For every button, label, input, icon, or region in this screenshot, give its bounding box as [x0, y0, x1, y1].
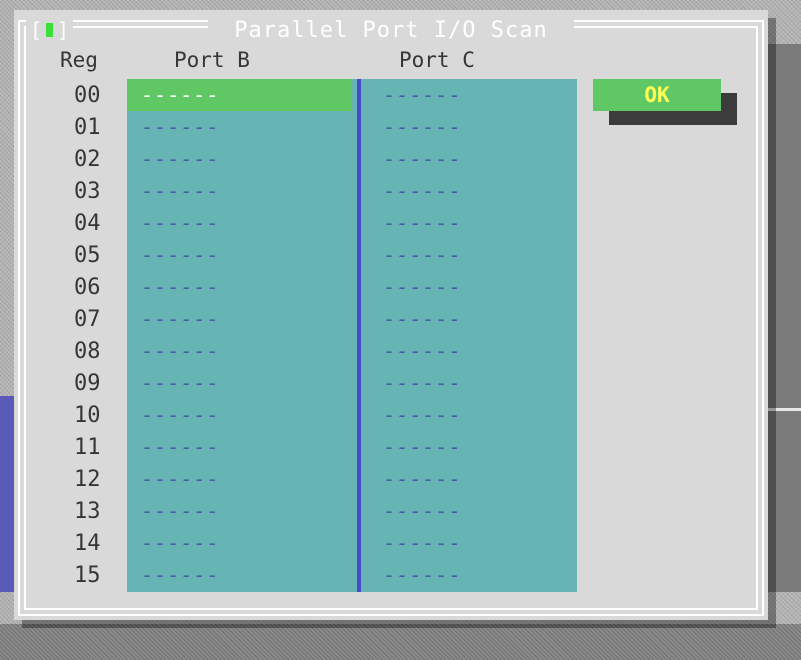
list-item[interactable]: ------ ------	[127, 495, 577, 527]
port-c-column-header: Port C	[399, 48, 475, 72]
list-item[interactable]: ------ ------	[127, 111, 577, 143]
port-b-value: ------	[141, 435, 220, 459]
list-item[interactable]: ------ ------	[127, 207, 577, 239]
list-item[interactable]: ------ ------	[127, 143, 577, 175]
register-number: 06	[74, 275, 101, 300]
port-c-value: ------	[383, 307, 462, 331]
port-b-value: ------	[141, 499, 220, 523]
register-number: 02	[74, 147, 101, 172]
desktop-bottom-band	[0, 624, 801, 660]
port-c-value: ------	[383, 499, 462, 523]
ok-button[interactable]: OK	[593, 79, 721, 111]
close-icon	[46, 23, 54, 37]
list-item[interactable]: ------ ------	[127, 79, 577, 111]
port-scan-list[interactable]: ------ ------ ------ ------ ------ ------ ----…	[127, 79, 577, 592]
port-b-value: ------	[141, 563, 220, 587]
port-c-value: ------	[383, 147, 462, 171]
list-item[interactable]: ------ ------	[127, 303, 577, 335]
close-bracket-right: ]	[57, 18, 70, 42]
port-c-value: ------	[383, 403, 462, 427]
port-c-value: ------	[383, 531, 462, 555]
register-number: 10	[74, 403, 101, 428]
register-number: 15	[74, 563, 101, 588]
list-item[interactable]: ------ ------	[127, 239, 577, 271]
port-b-value: ------	[127, 79, 351, 111]
port-b-value: ------	[141, 275, 220, 299]
register-number: 11	[74, 435, 101, 460]
reg-column-header: Reg	[60, 48, 98, 72]
port-c-value: ------	[383, 339, 462, 363]
list-item[interactable]: ------ ------	[127, 431, 577, 463]
close-button[interactable]: [ ]	[26, 18, 74, 42]
port-b-value: ------	[141, 339, 220, 363]
port-b-column-header: Port B	[174, 48, 250, 72]
title-bar: Parallel Port I/O Scan	[14, 16, 768, 44]
port-b-value: ------	[141, 307, 220, 331]
port-c-value: ------	[383, 179, 462, 203]
register-number: 09	[74, 371, 101, 396]
list-item[interactable]: ------ ------	[127, 335, 577, 367]
port-c-value: ------	[383, 563, 462, 587]
parallel-port-scan-dialog: Parallel Port I/O Scan [ ] Reg Port B Po…	[14, 10, 768, 620]
port-c-value: ------	[383, 275, 462, 299]
register-number: 08	[74, 339, 101, 364]
list-item[interactable]: ------ ------	[127, 527, 577, 559]
port-b-value: ------	[141, 531, 220, 555]
list-item[interactable]: ------ ------	[127, 559, 577, 591]
register-number: 05	[74, 243, 101, 268]
register-number: 00	[74, 83, 101, 108]
register-number: 04	[74, 211, 101, 236]
port-c-value: ------	[383, 115, 462, 139]
register-number: 01	[74, 115, 101, 140]
close-bracket-left: [	[30, 18, 43, 42]
register-number: 13	[74, 499, 101, 524]
port-c-value: ------	[383, 243, 462, 267]
port-c-value: ------	[383, 83, 462, 107]
port-c-value: ------	[383, 467, 462, 491]
port-b-value: ------	[141, 211, 220, 235]
list-item[interactable]: ------ ------	[127, 399, 577, 431]
port-b-value: ------	[141, 243, 220, 267]
port-b-value: ------	[141, 147, 220, 171]
port-b-value: ------	[141, 115, 220, 139]
list-item[interactable]: ------ ------	[127, 175, 577, 207]
list-item[interactable]: ------ ------	[127, 463, 577, 495]
dialog-title: Parallel Port I/O Scan	[208, 17, 574, 43]
register-number-column: 00 01 02 03 04 05 06 07 08 09 10 11 12 13 14 15	[74, 80, 124, 592]
port-b-value: ------	[141, 371, 220, 395]
register-number: 03	[74, 179, 101, 204]
port-c-value: ------	[383, 435, 462, 459]
desktop-blue-strip	[0, 396, 14, 592]
list-item[interactable]: ------ ------	[127, 271, 577, 303]
register-number: 07	[74, 307, 101, 332]
register-number: 14	[74, 531, 101, 556]
port-b-value: ------	[141, 467, 220, 491]
register-number: 12	[74, 467, 101, 492]
port-b-value: ------	[141, 179, 220, 203]
port-b-value: ------	[141, 403, 220, 427]
port-c-value: ------	[383, 211, 462, 235]
port-c-value: ------	[383, 371, 462, 395]
list-item[interactable]: ------ ------	[127, 367, 577, 399]
